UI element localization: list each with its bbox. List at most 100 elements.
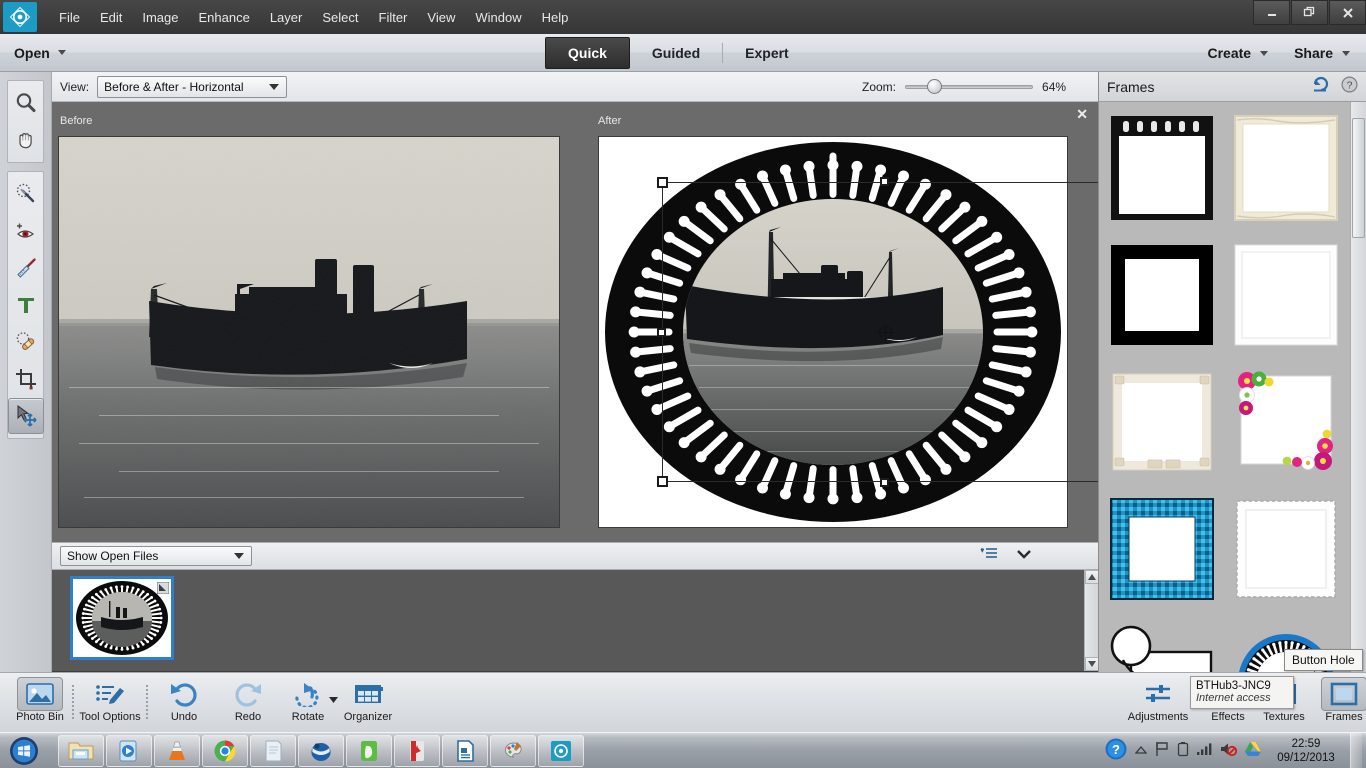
network-ssid: BTHub3-JNC9	[1196, 680, 1271, 692]
spot-healing-brush-tool[interactable]	[8, 324, 44, 360]
notepad-taskbar-icon[interactable]	[250, 734, 296, 767]
crop-tool[interactable]	[8, 361, 44, 397]
volume-muted-icon[interactable]	[1219, 741, 1238, 762]
open-button[interactable]: Open	[14, 45, 66, 61]
undo-button-label: Undo	[170, 711, 198, 723]
menu-help[interactable]: Help	[532, 6, 579, 29]
close-preview-icon[interactable]: ✕	[1076, 107, 1088, 121]
photo-bin-bar: Show Open Files	[52, 542, 1098, 570]
undo-arrow-icon[interactable]	[1311, 75, 1331, 98]
tab-expert[interactable]: Expert	[723, 37, 811, 69]
create-button[interactable]: Create	[1207, 45, 1269, 61]
whiten-teeth-tool[interactable]	[8, 250, 44, 286]
frame-tooltip: Button Hole	[1284, 649, 1363, 671]
start-button[interactable]	[0, 734, 48, 768]
photo-bin-filter-value: Show Open Files	[67, 549, 159, 563]
frames-button[interactable]: Frames	[1308, 677, 1366, 729]
zoom-tool[interactable]	[8, 85, 44, 121]
organizer-button-label: Organizer	[343, 711, 393, 723]
wifi-signal-icon[interactable]	[1196, 742, 1212, 761]
frame-thumb-film-strip[interactable]	[1109, 114, 1215, 224]
zoom-slider-track	[905, 84, 1034, 89]
minimize-button[interactable]	[1253, 0, 1290, 25]
frame-thumb-magnifier[interactable]	[1109, 622, 1215, 672]
frame-thumb-thick-black[interactable]	[1109, 241, 1215, 351]
photo-bin-scrollbar[interactable]	[1084, 570, 1099, 671]
view-mode-select[interactable]: Before & After - Horizontal	[97, 75, 288, 98]
menu-layer[interactable]: Layer	[260, 6, 313, 29]
after-image[interactable]	[598, 136, 1068, 528]
before-image[interactable]	[58, 136, 560, 528]
photo-bin-button[interactable]: Photo Bin	[4, 677, 76, 729]
photo-bin-button-label: Photo Bin	[16, 711, 64, 723]
mode-bar-actions: Create Share	[1207, 34, 1350, 72]
frames-scrollbar-thumb[interactable]	[1352, 118, 1365, 238]
menu-select[interactable]: Select	[312, 6, 368, 29]
menu-window[interactable]: Window	[465, 6, 531, 29]
menu-file[interactable]: File	[49, 6, 90, 29]
quick-selection-tool[interactable]	[8, 176, 44, 212]
type-tool[interactable]	[8, 287, 44, 323]
adjustments-button[interactable]: Adjustments	[1118, 677, 1198, 729]
frame-thumb-flowers[interactable]	[1233, 368, 1339, 478]
photo-bin-menu-icon[interactable]	[980, 547, 998, 566]
adjustments-button-label: Adjustments	[1127, 711, 1189, 723]
scroll-down-icon[interactable]	[1085, 657, 1099, 671]
menu-image[interactable]: Image	[132, 6, 188, 29]
hand-tool[interactable]	[8, 122, 44, 158]
tool-options-icon	[94, 677, 126, 711]
media-player-taskbar-icon[interactable]	[106, 734, 152, 767]
thunderbird-taskbar-icon[interactable]	[298, 734, 344, 767]
chrome-taskbar-icon[interactable]	[202, 734, 248, 767]
zoom-slider-handle[interactable]	[927, 79, 943, 94]
show-desktop-button[interactable]	[1350, 733, 1362, 768]
paint-taskbar-icon[interactable]	[490, 734, 536, 767]
adobe-reader-taskbar-icon[interactable]	[394, 734, 440, 767]
evernote-taskbar-icon[interactable]	[346, 734, 392, 767]
frame-thumb-distressed-white[interactable]	[1233, 114, 1339, 224]
scroll-up-icon[interactable]	[1085, 570, 1099, 584]
before-pane-label: Before	[60, 115, 93, 127]
move-tool[interactable]	[8, 398, 44, 434]
show-hidden-icons-icon[interactable]	[1134, 742, 1148, 760]
menu-edit[interactable]: Edit	[90, 6, 132, 29]
frame-thumb-polaroid-corners[interactable]	[1109, 368, 1215, 478]
frames-panel-scrollbar[interactable]	[1350, 102, 1366, 672]
window-controls	[1252, 0, 1366, 26]
frame-thumb-thin-white[interactable]	[1233, 241, 1339, 351]
tool-options-button[interactable]: Tool Options	[74, 677, 146, 729]
vlc-taskbar-icon[interactable]	[154, 734, 200, 767]
tool-group-navigation	[7, 80, 44, 163]
frame-thumb-blue-gingham[interactable]	[1109, 495, 1215, 605]
close-button[interactable]	[1329, 0, 1366, 25]
red-eye-removal-tool[interactable]	[8, 213, 44, 249]
undo-button[interactable]: Undo	[148, 677, 220, 729]
organizer-button[interactable]: Organizer	[332, 677, 404, 729]
menu-enhance[interactable]: Enhance	[189, 6, 260, 29]
photo-bin-filter-select[interactable]: Show Open Files	[60, 546, 252, 566]
google-drive-icon[interactable]	[1244, 741, 1262, 762]
frames-grid	[1099, 102, 1350, 672]
chevron-down-icon	[57, 50, 66, 55]
frame-thumb-stamp-edge[interactable]	[1233, 495, 1339, 605]
help-icon[interactable]: ?	[1341, 75, 1358, 98]
photoshop-elements-taskbar-icon[interactable]	[538, 734, 584, 767]
textures-button-label: Textures	[1263, 711, 1305, 723]
tab-quick[interactable]: Quick	[545, 37, 630, 69]
photo-bin-thumbnail[interactable]	[70, 576, 174, 660]
network-flag-icon[interactable]	[1154, 741, 1170, 762]
undo-icon	[168, 677, 200, 711]
menu-filter[interactable]: Filter	[369, 6, 418, 29]
chevron-down-icon	[1260, 50, 1269, 56]
taskbar-clock[interactable]: 22:59 09/12/2013	[1273, 737, 1339, 765]
restore-button[interactable]	[1291, 0, 1328, 25]
libreoffice-taskbar-icon[interactable]	[442, 734, 488, 767]
tab-guided[interactable]: Guided	[630, 37, 722, 69]
windows-explorer-taskbar-icon[interactable]	[58, 734, 104, 767]
battery-icon[interactable]	[1177, 741, 1189, 762]
zoom-slider[interactable]	[905, 79, 1034, 94]
action-center-icon[interactable]: ?	[1104, 737, 1128, 766]
share-button[interactable]: Share	[1294, 45, 1350, 61]
menu-view[interactable]: View	[417, 6, 465, 29]
photo-bin-collapse-icon[interactable]	[1016, 547, 1032, 565]
